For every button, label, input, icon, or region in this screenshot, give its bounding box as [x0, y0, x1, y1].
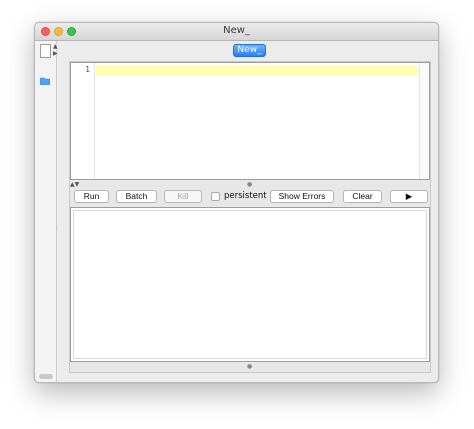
show-errors-button[interactable]: Show Errors	[270, 190, 334, 203]
clear-button[interactable]: Clear	[343, 190, 382, 203]
editor-scrollbar[interactable]	[419, 63, 429, 179]
output-console[interactable]	[70, 207, 430, 362]
play-icon[interactable]: ▶	[390, 190, 428, 203]
split-grip-icon[interactable]: ●	[247, 181, 252, 188]
persistent-label: persistent	[224, 191, 267, 201]
line-number: 1	[85, 65, 90, 74]
sidebar-scrollbar[interactable]	[39, 374, 53, 379]
split-divider[interactable]: ▲▼ ●	[70, 181, 430, 188]
bottom-grip-icon[interactable]: ●	[247, 363, 252, 371]
sidebar: ▲ ▶ ⋮	[35, 41, 60, 382]
batch-button[interactable]: Batch	[116, 190, 157, 203]
bottom-divider[interactable]: ●	[70, 363, 430, 371]
console-text-area[interactable]	[73, 210, 427, 359]
current-line-highlight[interactable]	[96, 65, 418, 75]
kill-button[interactable]: Kill	[164, 190, 202, 203]
toolbar: Run Batch Kill persistent Show Errors Cl…	[70, 188, 430, 205]
folder-icon[interactable]	[40, 77, 50, 85]
title-bar[interactable]: New_	[35, 23, 438, 41]
persistent-checkbox[interactable]	[211, 192, 220, 201]
line-number-gutter: 1	[71, 63, 95, 179]
run-button[interactable]: Run	[74, 190, 109, 203]
tab-new[interactable]: New_	[233, 44, 266, 57]
split-arrows-icon[interactable]: ▲▼	[70, 181, 79, 188]
window-title: New_	[223, 25, 250, 36]
app-window: New_ ▲ ▶ ⋮ New_ 1 ▲▼ ● Run Batch Kill pe…	[34, 22, 439, 383]
code-editor[interactable]: 1	[70, 62, 430, 180]
document-icon[interactable]	[40, 44, 51, 58]
expand-right-icon[interactable]: ▶	[53, 51, 58, 57]
sidebar-grip-icon[interactable]: ⋮	[54, 226, 60, 232]
